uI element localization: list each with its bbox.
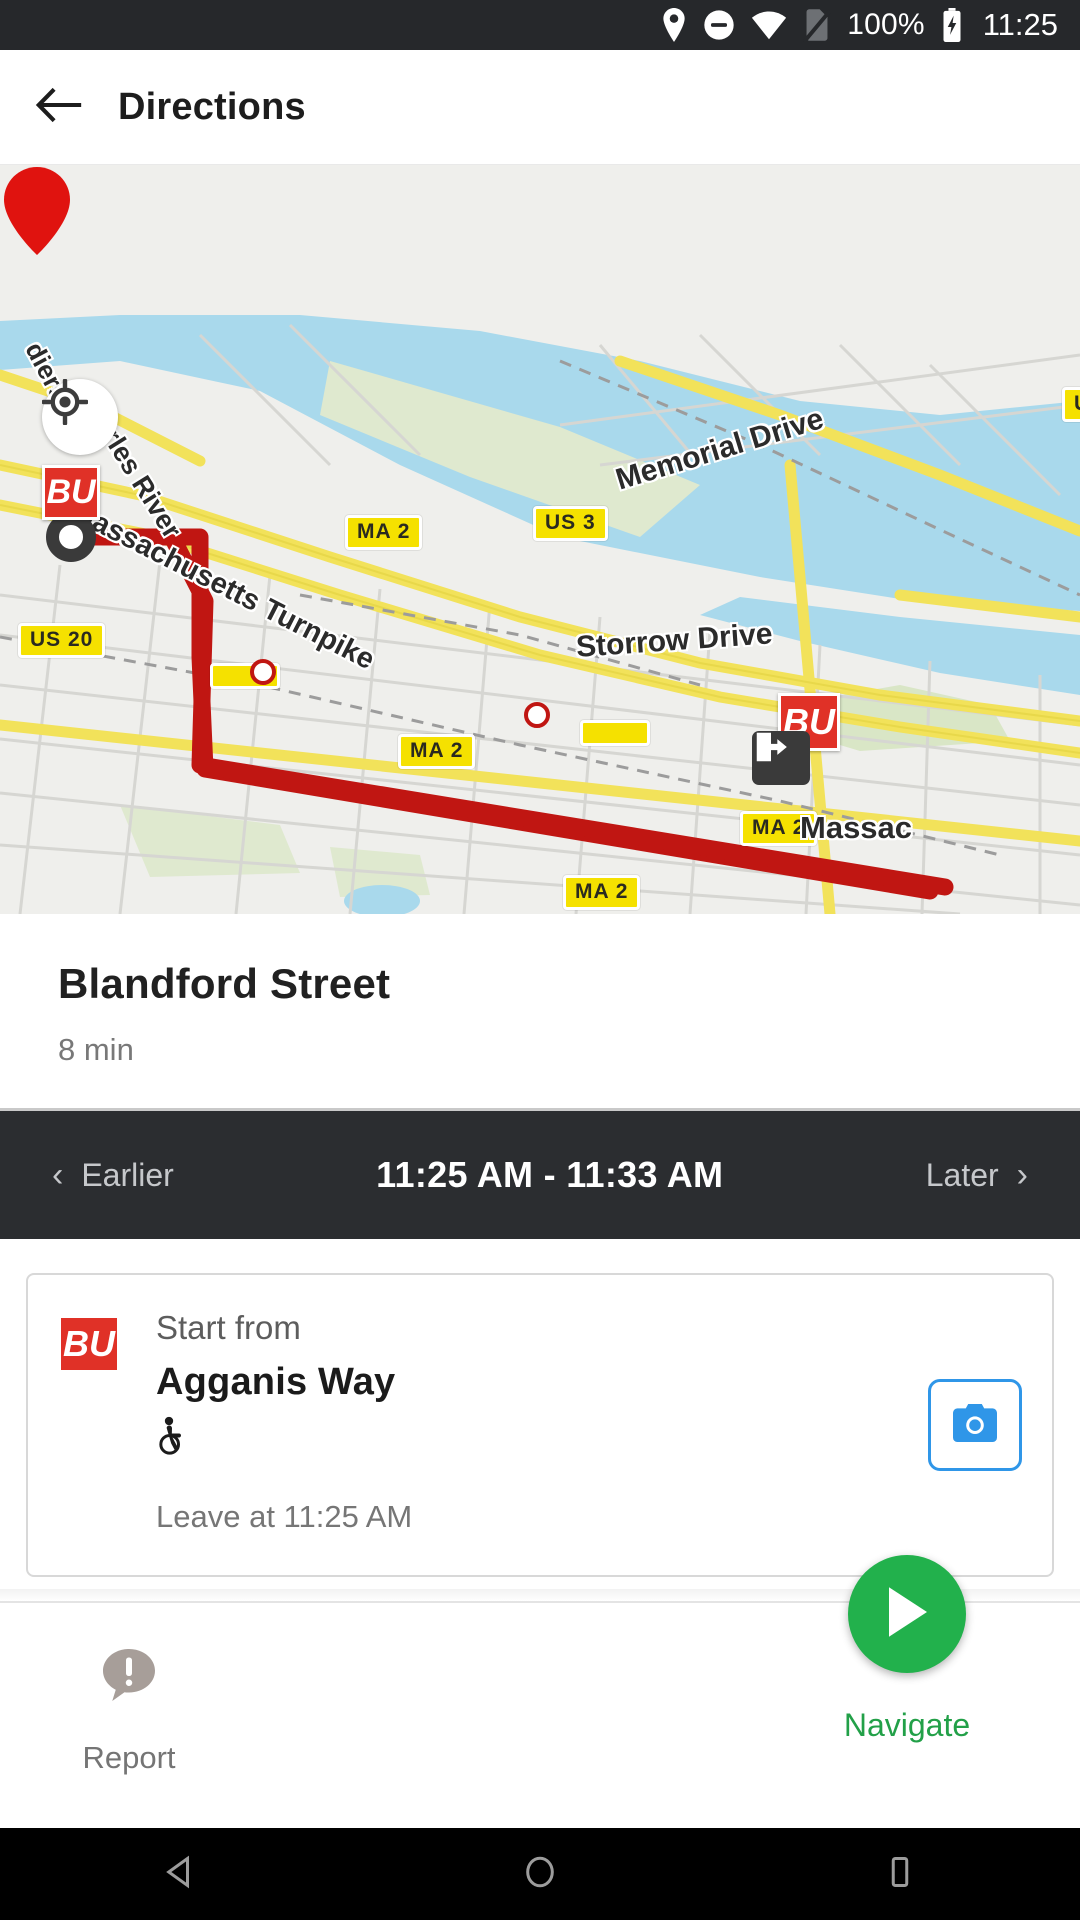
back-arrow-icon [35,86,83,129]
route-shield-ma2-top: MA 2 [345,515,423,550]
arrive-door-icon [752,731,810,785]
trip-duration: 8 min [58,1032,134,1067]
battery-charging-icon [941,8,963,42]
destination-pin-icon[interactable] [0,165,74,257]
report-alert-icon [98,1645,160,1710]
status-clock: 11:25 [982,7,1058,42]
earlier-button[interactable]: ‹ Earlier [52,1157,174,1194]
chevron-left-icon: ‹ [52,1156,64,1194]
my-location-button[interactable] [42,379,118,455]
time-range: 11:25 AM - 11:33 AM [376,1154,724,1195]
route-shield-us20: US 20 [18,623,106,658]
route-shield-small-mid [580,720,650,746]
back-button[interactable] [0,86,118,129]
step-label: Start from [156,1309,301,1346]
origin-bu-badge[interactable]: BU [42,465,100,520]
later-label: Later [925,1156,999,1193]
status-bar: 100% 11:25 [0,0,1080,50]
page-title: Directions [118,85,306,128]
route-stop-dot-1 [250,659,276,685]
route-shield-u-edge: U [1062,387,1080,422]
location-pin-icon [661,8,687,42]
route-stop-dot-2 [524,702,550,728]
step-card-area: BU Start from Agganis Way Leave at 11:25… [0,1239,1080,1577]
wifi-icon [751,10,787,40]
route-shield-ma2-mid: MA 2 [398,734,476,769]
battery-percent: 100% [847,8,925,41]
navigate-label: Navigate [843,1707,971,1743]
android-home-icon [522,1854,558,1895]
map-view[interactable]: MA 2 US 3 US 20 MA 2 MA 2 MA 2 U Charles… [0,165,1080,914]
earlier-label: Earlier [81,1156,174,1193]
app-bar: Directions [0,50,1080,165]
play-arrow-icon [881,1584,933,1645]
route-summary: Blandford Street 8 min [0,914,1080,1108]
android-back-button[interactable] [90,1854,270,1895]
report-button[interactable]: Report [44,1645,214,1776]
map-label-massachusetts: Massac [800,810,913,845]
android-recents-button[interactable] [810,1854,990,1895]
android-recents-icon [882,1854,918,1895]
street-view-camera-button[interactable] [928,1379,1022,1471]
camera-icon [951,1402,999,1449]
android-home-button[interactable] [450,1854,630,1895]
no-sim-icon [803,8,832,42]
navigate-fab[interactable] [848,1555,966,1673]
step-card[interactable]: BU Start from Agganis Way Leave at 11:25… [26,1273,1054,1577]
leave-at-text: Leave at 11:25 AM [156,1499,413,1534]
navigate-button[interactable]: Navigate [792,1555,1022,1744]
route-shield-ma2-bottom: MA 2 [563,875,641,910]
step-stop-name: Agganis Way [156,1361,396,1403]
later-button[interactable]: Later › [926,1157,1028,1194]
route-shield-us3: US 3 [533,506,608,541]
do-not-disturb-icon [703,9,735,41]
android-back-icon [162,1854,198,1895]
chevron-right-icon: › [1016,1156,1028,1194]
departure-time-bar: ‹ Earlier 11:25 AM - 11:33 AM Later › [0,1108,1080,1239]
step-bu-logo: BU [58,1315,120,1373]
destination-name: Blandford Street [58,960,391,1007]
wheelchair-accessible-icon [156,1416,1022,1461]
report-label: Report [82,1740,176,1775]
android-navigation-bar [0,1828,1080,1920]
